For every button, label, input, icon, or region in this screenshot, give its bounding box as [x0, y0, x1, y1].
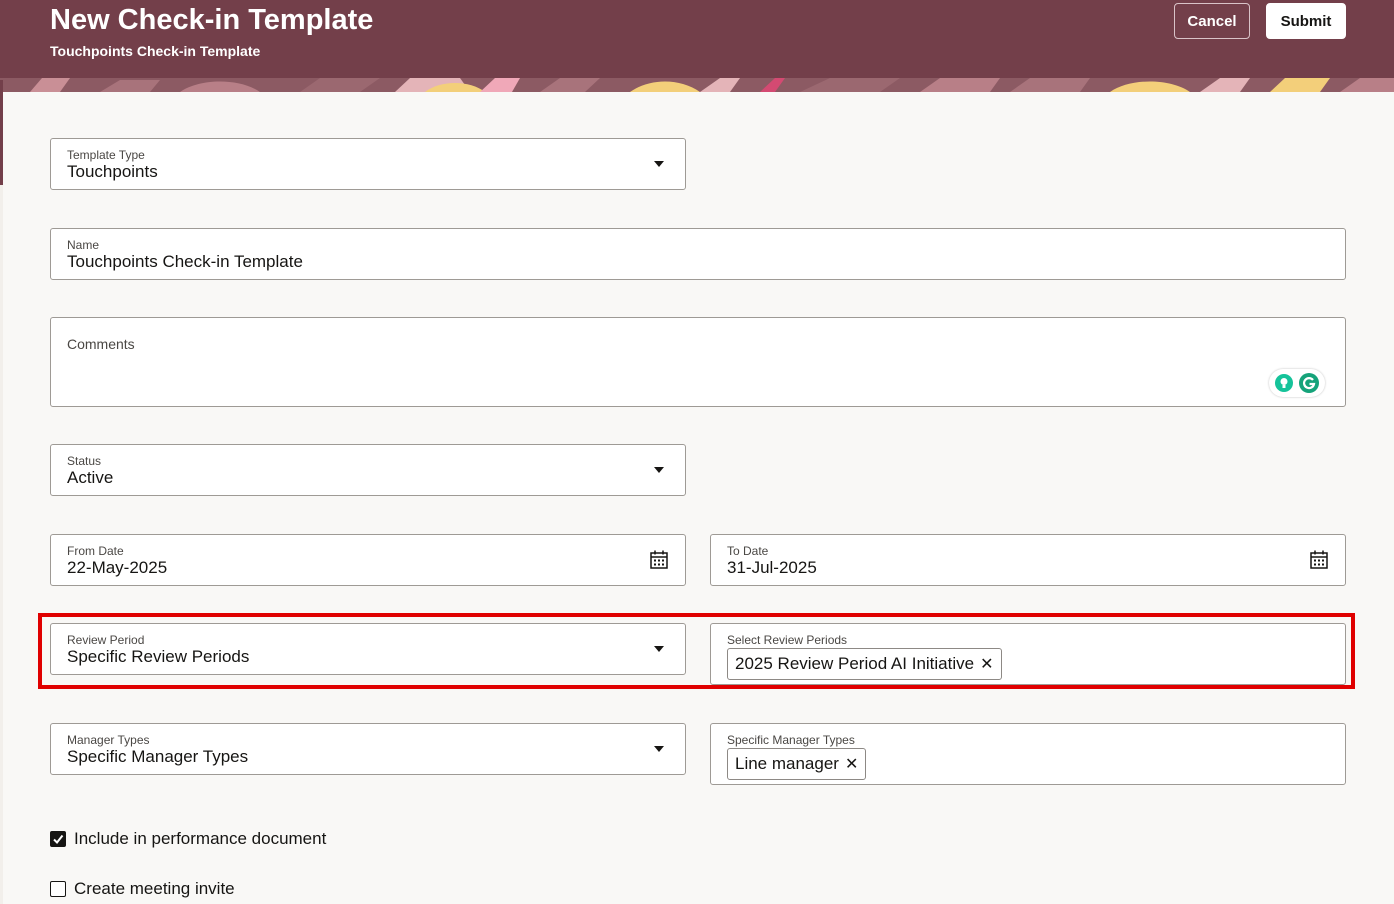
- chevron-down-icon: [654, 161, 664, 167]
- chevron-down-icon: [654, 746, 664, 752]
- status-value: Active: [67, 468, 114, 487]
- name-input[interactable]: Name Touchpoints Check-in Template: [50, 228, 1346, 280]
- review-period-label: Review Period: [67, 633, 145, 647]
- template-type-select[interactable]: Template Type Touchpoints: [50, 138, 686, 190]
- header-decorative-pattern: [0, 78, 1394, 92]
- select-review-periods-input[interactable]: Select Review Periods 2025 Review Period…: [710, 623, 1346, 685]
- name-value: Touchpoints Check-in Template: [67, 252, 303, 271]
- from-date-label: From Date: [67, 544, 124, 558]
- chip-label: Line manager: [735, 754, 839, 773]
- chip-label: 2025 Review Period AI Initiative: [735, 654, 975, 673]
- review-period-chip: 2025 Review Period AI Initiative ✕: [727, 648, 1002, 680]
- to-date-input[interactable]: To Date 31-Jul-2025: [710, 534, 1346, 586]
- include-performance-checkbox-row[interactable]: Include in performance document: [50, 829, 326, 849]
- review-period-value: Specific Review Periods: [67, 647, 250, 666]
- manager-types-label: Manager Types: [67, 733, 150, 747]
- status-select[interactable]: Status Active: [50, 444, 686, 496]
- create-meeting-checkbox[interactable]: [50, 881, 66, 897]
- to-date-label: To Date: [727, 544, 769, 558]
- chevron-down-icon: [654, 467, 664, 473]
- close-icon[interactable]: ✕: [980, 654, 993, 674]
- page-title: New Check-in Template: [50, 4, 374, 36]
- cancel-button[interactable]: Cancel: [1174, 3, 1250, 39]
- grammarly-icon: [1299, 373, 1320, 393]
- to-date-value: 31-Jul-2025: [727, 558, 817, 577]
- page-subtitle: Touchpoints Check-in Template: [50, 43, 261, 59]
- specific-manager-types-label: Specific Manager Types: [727, 733, 855, 747]
- comments-label: Comments: [67, 336, 135, 352]
- calendar-icon[interactable]: [1310, 550, 1328, 569]
- lightbulb-icon: [1274, 374, 1293, 392]
- comments-textarea[interactable]: Comments: [50, 317, 1346, 407]
- from-date-value: 22-May-2025: [67, 558, 168, 577]
- checkmark-icon: [53, 834, 64, 845]
- select-review-periods-label: Select Review Periods: [727, 633, 848, 647]
- status-label: Status: [67, 454, 102, 468]
- calendar-icon[interactable]: [650, 550, 668, 569]
- manager-types-value: Specific Manager Types: [67, 747, 249, 766]
- manager-types-select[interactable]: Manager Types Specific Manager Types: [50, 723, 686, 775]
- grammarly-widget[interactable]: [1269, 369, 1325, 397]
- chevron-down-icon: [654, 646, 664, 652]
- include-performance-label: Include in performance document: [74, 829, 327, 848]
- manager-type-chip: Line manager ✕: [727, 748, 867, 780]
- review-period-select[interactable]: Review Period Specific Review Periods: [50, 623, 686, 675]
- page-header: New Check-in Template Touchpoints Check-…: [0, 0, 1394, 92]
- specific-manager-types-input[interactable]: Specific Manager Types Line manager ✕: [710, 723, 1346, 785]
- name-label: Name: [67, 238, 100, 252]
- close-icon[interactable]: ✕: [845, 754, 858, 774]
- template-type-value: Touchpoints: [67, 162, 158, 181]
- create-meeting-label: Create meeting invite: [74, 879, 235, 898]
- template-type-label: Template Type: [67, 148, 145, 162]
- from-date-input[interactable]: From Date 22-May-2025: [50, 534, 686, 586]
- submit-button[interactable]: Submit: [1266, 3, 1346, 39]
- include-performance-checkbox[interactable]: [50, 831, 66, 847]
- create-meeting-checkbox-row[interactable]: Create meeting invite: [50, 879, 235, 899]
